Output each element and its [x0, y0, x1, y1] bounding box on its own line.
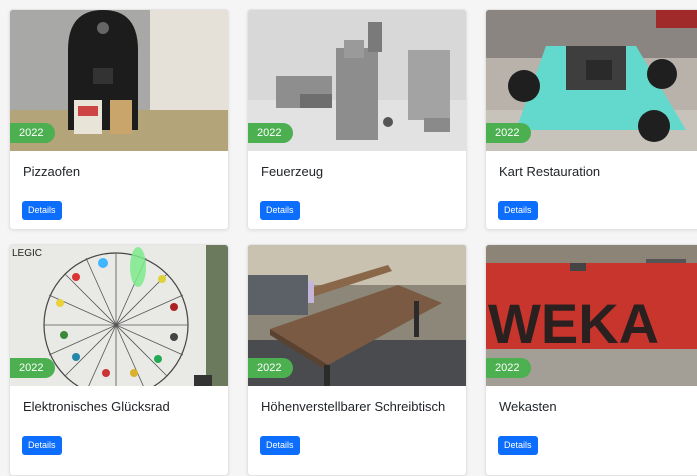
project-card: 2022 Höhenverstellbarer Schreibtisch Det… [247, 244, 467, 476]
card-title: Höhenverstellbarer Schreibtisch [261, 399, 446, 414]
project-card: 2022 Pizzaofen Details [9, 9, 229, 230]
details-button[interactable]: Details [260, 436, 300, 455]
details-button[interactable]: Details [498, 436, 538, 455]
project-card: WEKA 2022 Wekasten Details [485, 244, 697, 476]
details-button[interactable]: Details [498, 201, 538, 220]
year-badge: 2022 [248, 123, 294, 143]
project-image-feuerzeug[interactable]: 2022 [248, 10, 466, 151]
project-image-kart-restauration[interactable]: 2022 [486, 10, 697, 151]
year-badge: 2022 [10, 123, 56, 143]
year-badge: 2022 [486, 358, 532, 378]
card-title: Kart Restauration [499, 164, 601, 179]
year-badge: 2022 [248, 358, 294, 378]
sign-text: WEKA [488, 292, 659, 355]
details-button[interactable]: Details [22, 201, 62, 220]
details-button[interactable]: Details [260, 201, 300, 220]
project-image-gluecksrad[interactable]: LEGIC 2022 [10, 245, 228, 386]
year-badge: 2022 [10, 358, 56, 378]
project-image-wekasten[interactable]: WEKA 2022 [486, 245, 697, 386]
project-image-pizzaofen[interactable]: 2022 [10, 10, 228, 151]
project-card: 2022 Feuerzeug Details [247, 9, 467, 230]
details-button[interactable]: Details [22, 436, 62, 455]
card-title: Pizzaofen [23, 164, 81, 179]
year-badge: 2022 [486, 123, 532, 143]
card-title: Elektronisches Glücksrad [23, 399, 170, 414]
card-title: Feuerzeug [261, 164, 324, 179]
project-image-schreibtisch[interactable]: 2022 [248, 245, 466, 386]
wheel-logo-text: LEGIC [12, 248, 42, 259]
project-card: LEGIC 2022 Elektronisches Glücksrad Deta… [9, 244, 229, 476]
card-title: Wekasten [499, 399, 557, 414]
project-card: 2022 Kart Restauration Details [485, 9, 697, 230]
